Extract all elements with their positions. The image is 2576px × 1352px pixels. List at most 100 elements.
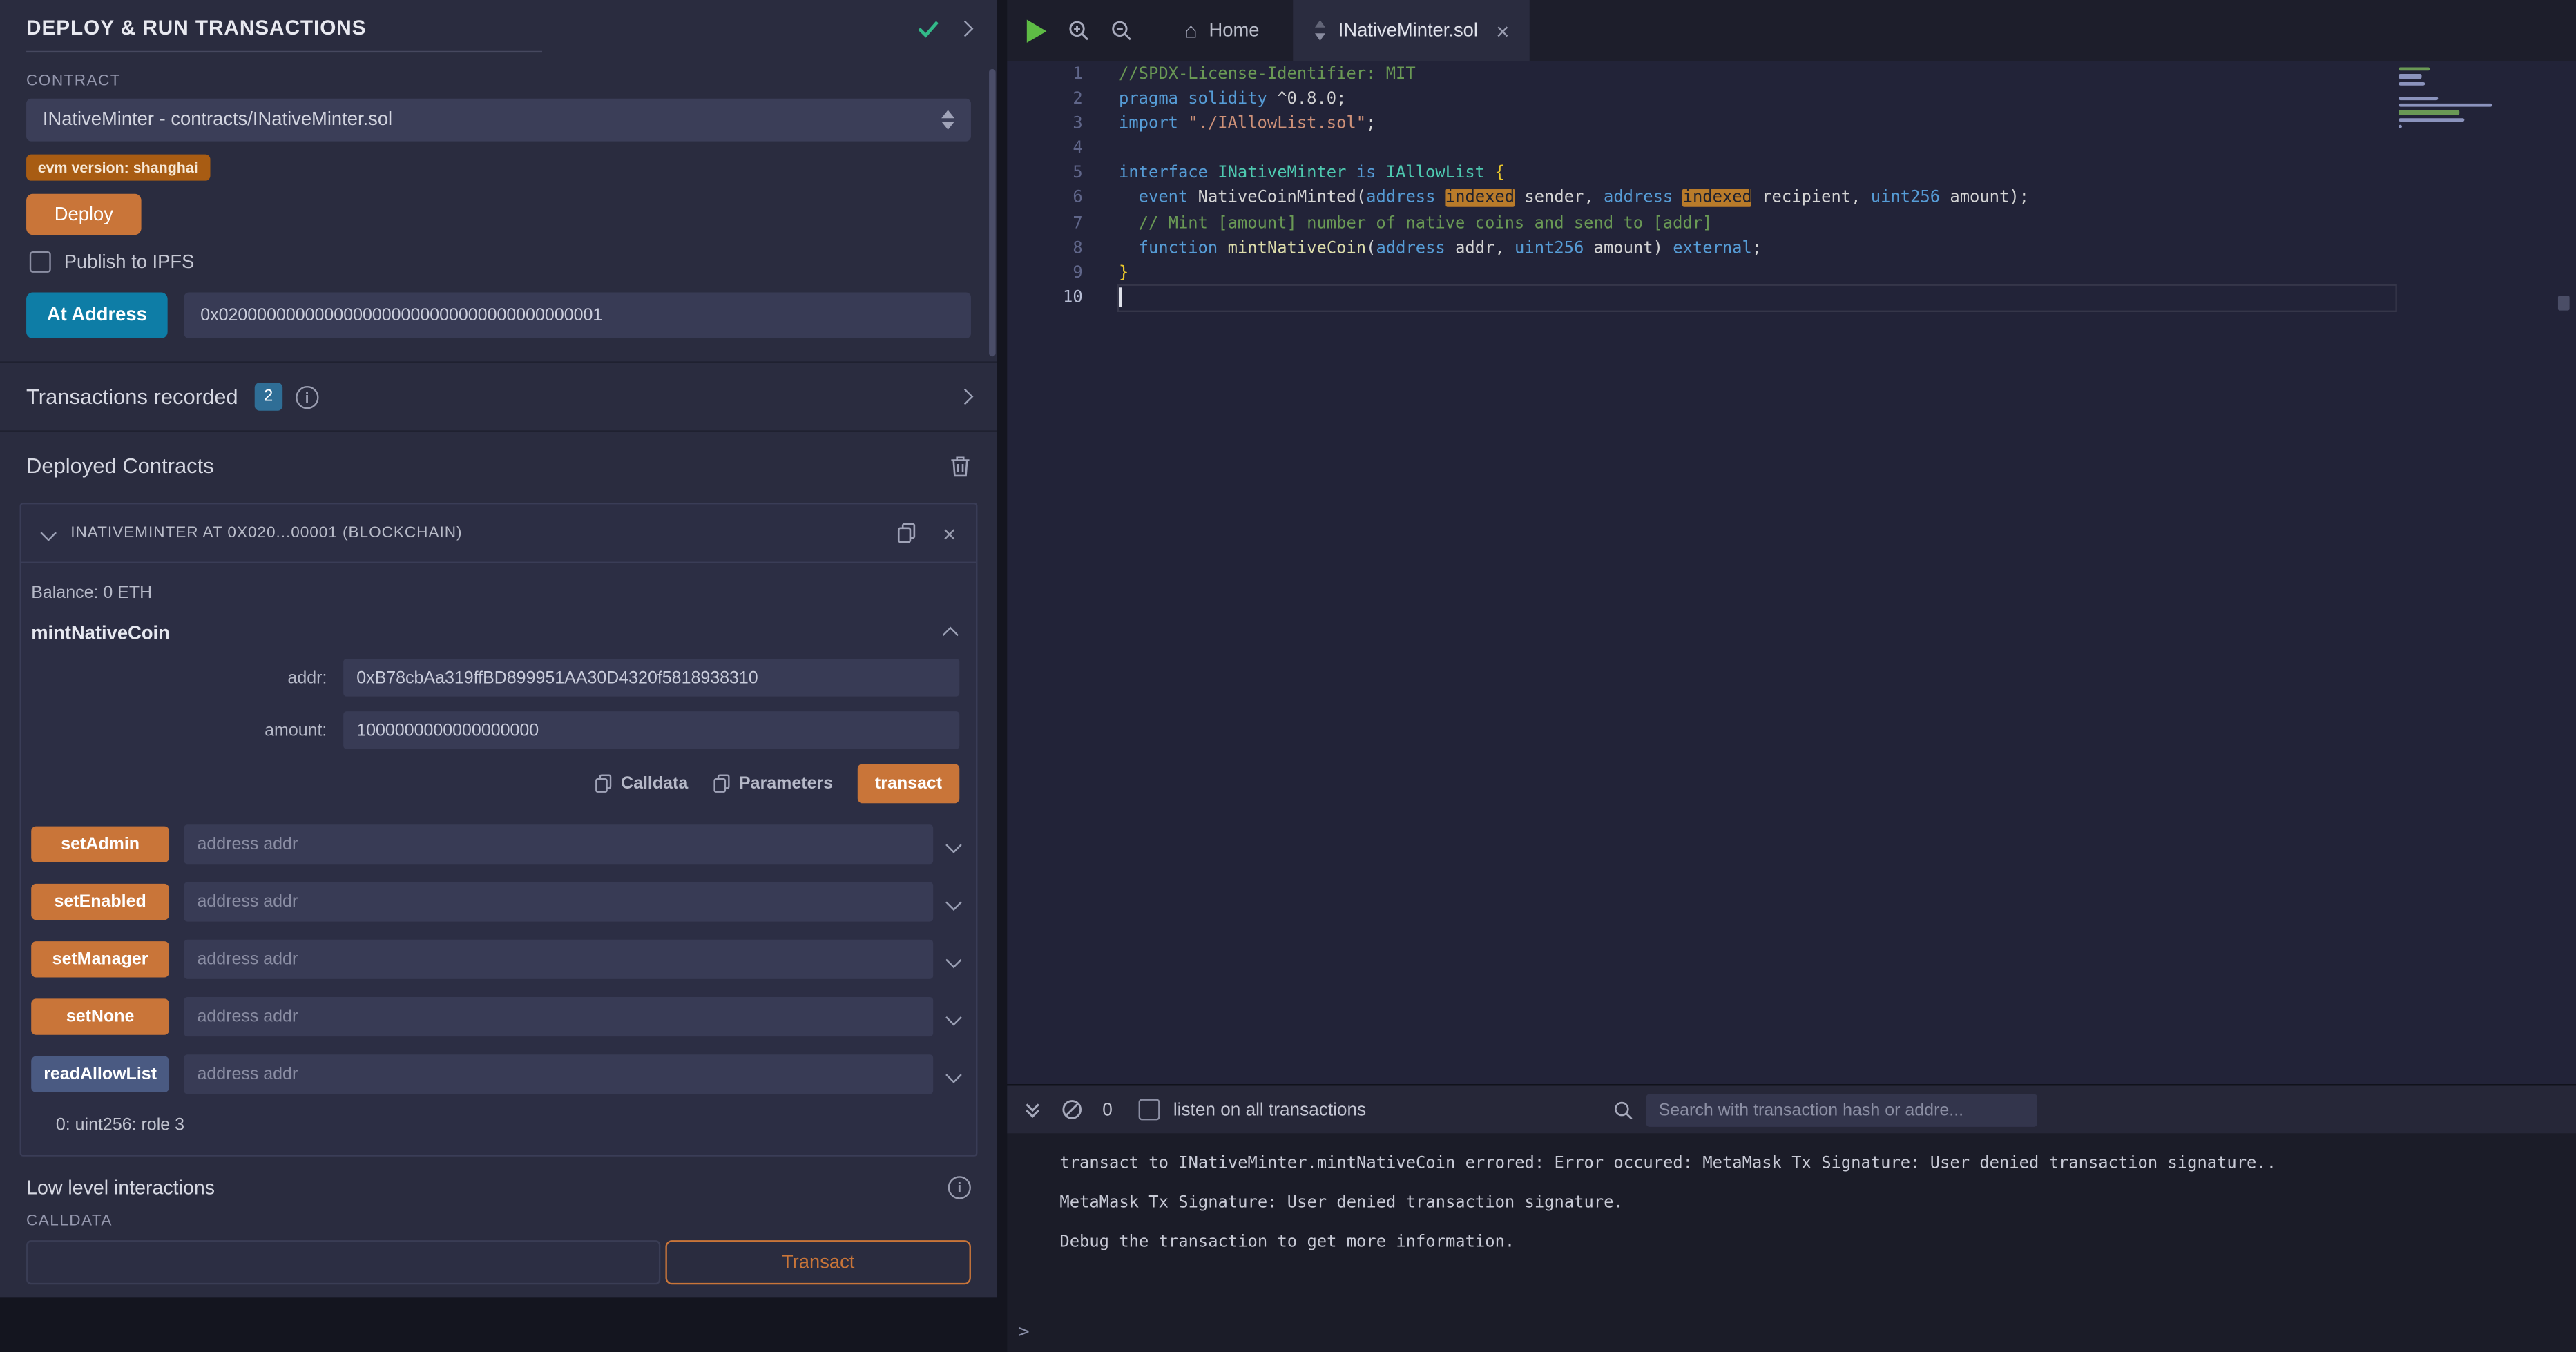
trash-icon[interactable] [950, 454, 971, 477]
contract-card-header[interactable]: INATIVEMINTER AT 0X020...00001 (BLOCKCHA… [21, 504, 976, 563]
token: sender, [1515, 190, 1604, 208]
expand-terminal-icon[interactable] [1023, 1100, 1041, 1120]
chevron-down-icon[interactable] [945, 1066, 962, 1083]
deployed-contracts-row: Deployed Contracts [0, 432, 997, 493]
deployed-contract-card: INATIVEMINTER AT 0X020...00001 (BLOCKCHA… [20, 503, 978, 1157]
chevron-down-icon[interactable] [945, 836, 962, 853]
function-row: readAllowList [31, 1054, 959, 1094]
solidity-icon [1312, 20, 1327, 41]
low-level-transact-button[interactable]: Transact [665, 1240, 970, 1284]
code-editor[interactable]: 12345678910 //SPDX-License-Identifier: M… [1007, 61, 2576, 1084]
setEnabled-input[interactable] [184, 882, 933, 921]
readAllowList-input[interactable] [184, 1054, 933, 1094]
token: amount) [1584, 240, 1673, 258]
amount-input[interactable] [343, 711, 959, 749]
chevron-up-icon[interactable] [942, 626, 959, 642]
setAdmin-input[interactable] [184, 824, 933, 864]
setManager-button[interactable]: setManager [31, 941, 169, 977]
zoom-in-icon[interactable] [1068, 20, 1089, 41]
setEnabled-button[interactable]: setEnabled [31, 884, 169, 920]
setAdmin-button[interactable]: setAdmin [31, 827, 169, 862]
chevron-down-icon[interactable] [40, 525, 57, 541]
token: } [1119, 264, 1128, 282]
panel-scrollbar[interactable] [989, 69, 996, 356]
chevron-right-icon[interactable] [957, 389, 974, 405]
chevron-down-icon[interactable] [945, 894, 962, 910]
line-number: 2 [1007, 87, 1082, 112]
token: ; [1752, 240, 1762, 258]
function-accordion-header[interactable]: mintNativeCoin [21, 603, 976, 644]
terminal-log-line: Debug the transaction to get more inform… [1059, 1234, 2553, 1252]
deploy-button[interactable]: Deploy [26, 194, 142, 235]
code-area[interactable]: //SPDX-License-Identifier: MIT pragma so… [1119, 61, 2395, 1084]
token: interface [1119, 165, 1208, 183]
line-number: 5 [1007, 162, 1082, 186]
copy-parameters[interactable]: Parameters [713, 773, 833, 793]
tab-home[interactable]: ⌂ Home [1165, 0, 1279, 61]
chevron-down-icon[interactable] [945, 952, 962, 968]
function-row: setAdmin [31, 824, 959, 864]
addr-field-row: addr: [21, 659, 959, 697]
home-tab-label: Home [1209, 21, 1260, 41]
readAllowList-button[interactable]: readAllowList [31, 1056, 169, 1092]
close-icon[interactable]: × [943, 521, 956, 544]
setNone-button[interactable]: setNone [31, 998, 169, 1034]
highlighted-token: indexed [1445, 190, 1515, 208]
token: { [1494, 165, 1504, 183]
deploy-run-panel: DEPLOY & RUN TRANSACTIONS CONTRACT INati… [0, 0, 997, 1297]
line-number: 9 [1007, 261, 1082, 286]
token: "./IAllowList.sol" [1178, 115, 1366, 133]
panel-expand-icon[interactable] [957, 20, 974, 37]
token: function [1119, 240, 1218, 258]
terminal-search-input[interactable] [1646, 1093, 2037, 1126]
copy-icon[interactable] [896, 522, 916, 543]
terminal-output[interactable]: transact to INativeMinter.mintNativeCoin… [1007, 1133, 2576, 1351]
token: event [1119, 190, 1188, 208]
parameters-action-label: Parameters [739, 773, 833, 793]
setNone-input[interactable] [184, 997, 933, 1036]
contract-label: CONTRACT [26, 73, 971, 90]
chevron-down-icon[interactable] [945, 1009, 962, 1025]
addr-input[interactable] [343, 659, 959, 697]
title-underline [26, 51, 542, 52]
token: IAllowList [1376, 165, 1494, 183]
token: uint256 [1871, 190, 1940, 208]
copy-calldata[interactable]: Calldata [595, 773, 688, 793]
calldata-input[interactable] [26, 1240, 660, 1284]
tab-inativeminter[interactable]: INativeMinter.sol × [1292, 0, 1529, 61]
token: address [1376, 240, 1445, 258]
close-tab-icon[interactable]: × [1496, 19, 1509, 41]
minimap-line [2399, 81, 2425, 85]
zoom-out-icon[interactable] [1111, 20, 1132, 41]
code-line: } [1119, 261, 2395, 286]
text-cursor [1119, 287, 1122, 307]
token: NativeCoinMinted [1188, 190, 1356, 208]
contract-card-title: INATIVEMINTER AT 0X020...00001 (BLOCKCHA… [70, 524, 896, 542]
listen-transactions-checkbox[interactable] [1139, 1099, 1160, 1120]
code-line: //SPDX-License-Identifier: MIT [1119, 62, 2395, 87]
contract-select[interactable]: INativeMinter - contracts/INativeMinter.… [26, 99, 971, 142]
at-address-input[interactable] [184, 292, 970, 338]
at-address-button[interactable]: At Address [26, 292, 168, 338]
clear-console-icon[interactable] [1061, 1099, 1083, 1120]
setManager-input[interactable] [184, 940, 933, 979]
transact-actions-row: Calldata Parameters transact [21, 764, 959, 803]
transactions-count-badge: 2 [254, 383, 282, 410]
transactions-recorded-row[interactable]: Transactions recorded 2 i [0, 363, 997, 432]
panel-header: DEPLOY & RUN TRANSACTIONS [0, 0, 997, 39]
minimap-line [2399, 68, 2429, 71]
publish-ipfs-checkbox[interactable] [30, 251, 51, 273]
line-number: 4 [1007, 137, 1082, 162]
transact-button[interactable]: transact [858, 764, 959, 803]
function-row: setManager [31, 940, 959, 979]
run-script-icon[interactable] [1027, 19, 1047, 41]
main-area: ⌂ Home INativeMinter.sol × 12345678910 /… [1007, 0, 2576, 1352]
call-result: 0: uint256: role 3 [21, 1112, 976, 1155]
minimap[interactable] [2395, 61, 2520, 1084]
terminal-prompt[interactable]: > [1019, 1321, 1030, 1342]
code-line: event NativeCoinMinted(address indexed s… [1119, 186, 2395, 211]
minimap-line [2399, 118, 2465, 122]
calldata-label: CALLDATA [26, 1213, 971, 1230]
low-level-title: Low level interactions [26, 1176, 935, 1199]
info-icon: i [948, 1176, 971, 1199]
